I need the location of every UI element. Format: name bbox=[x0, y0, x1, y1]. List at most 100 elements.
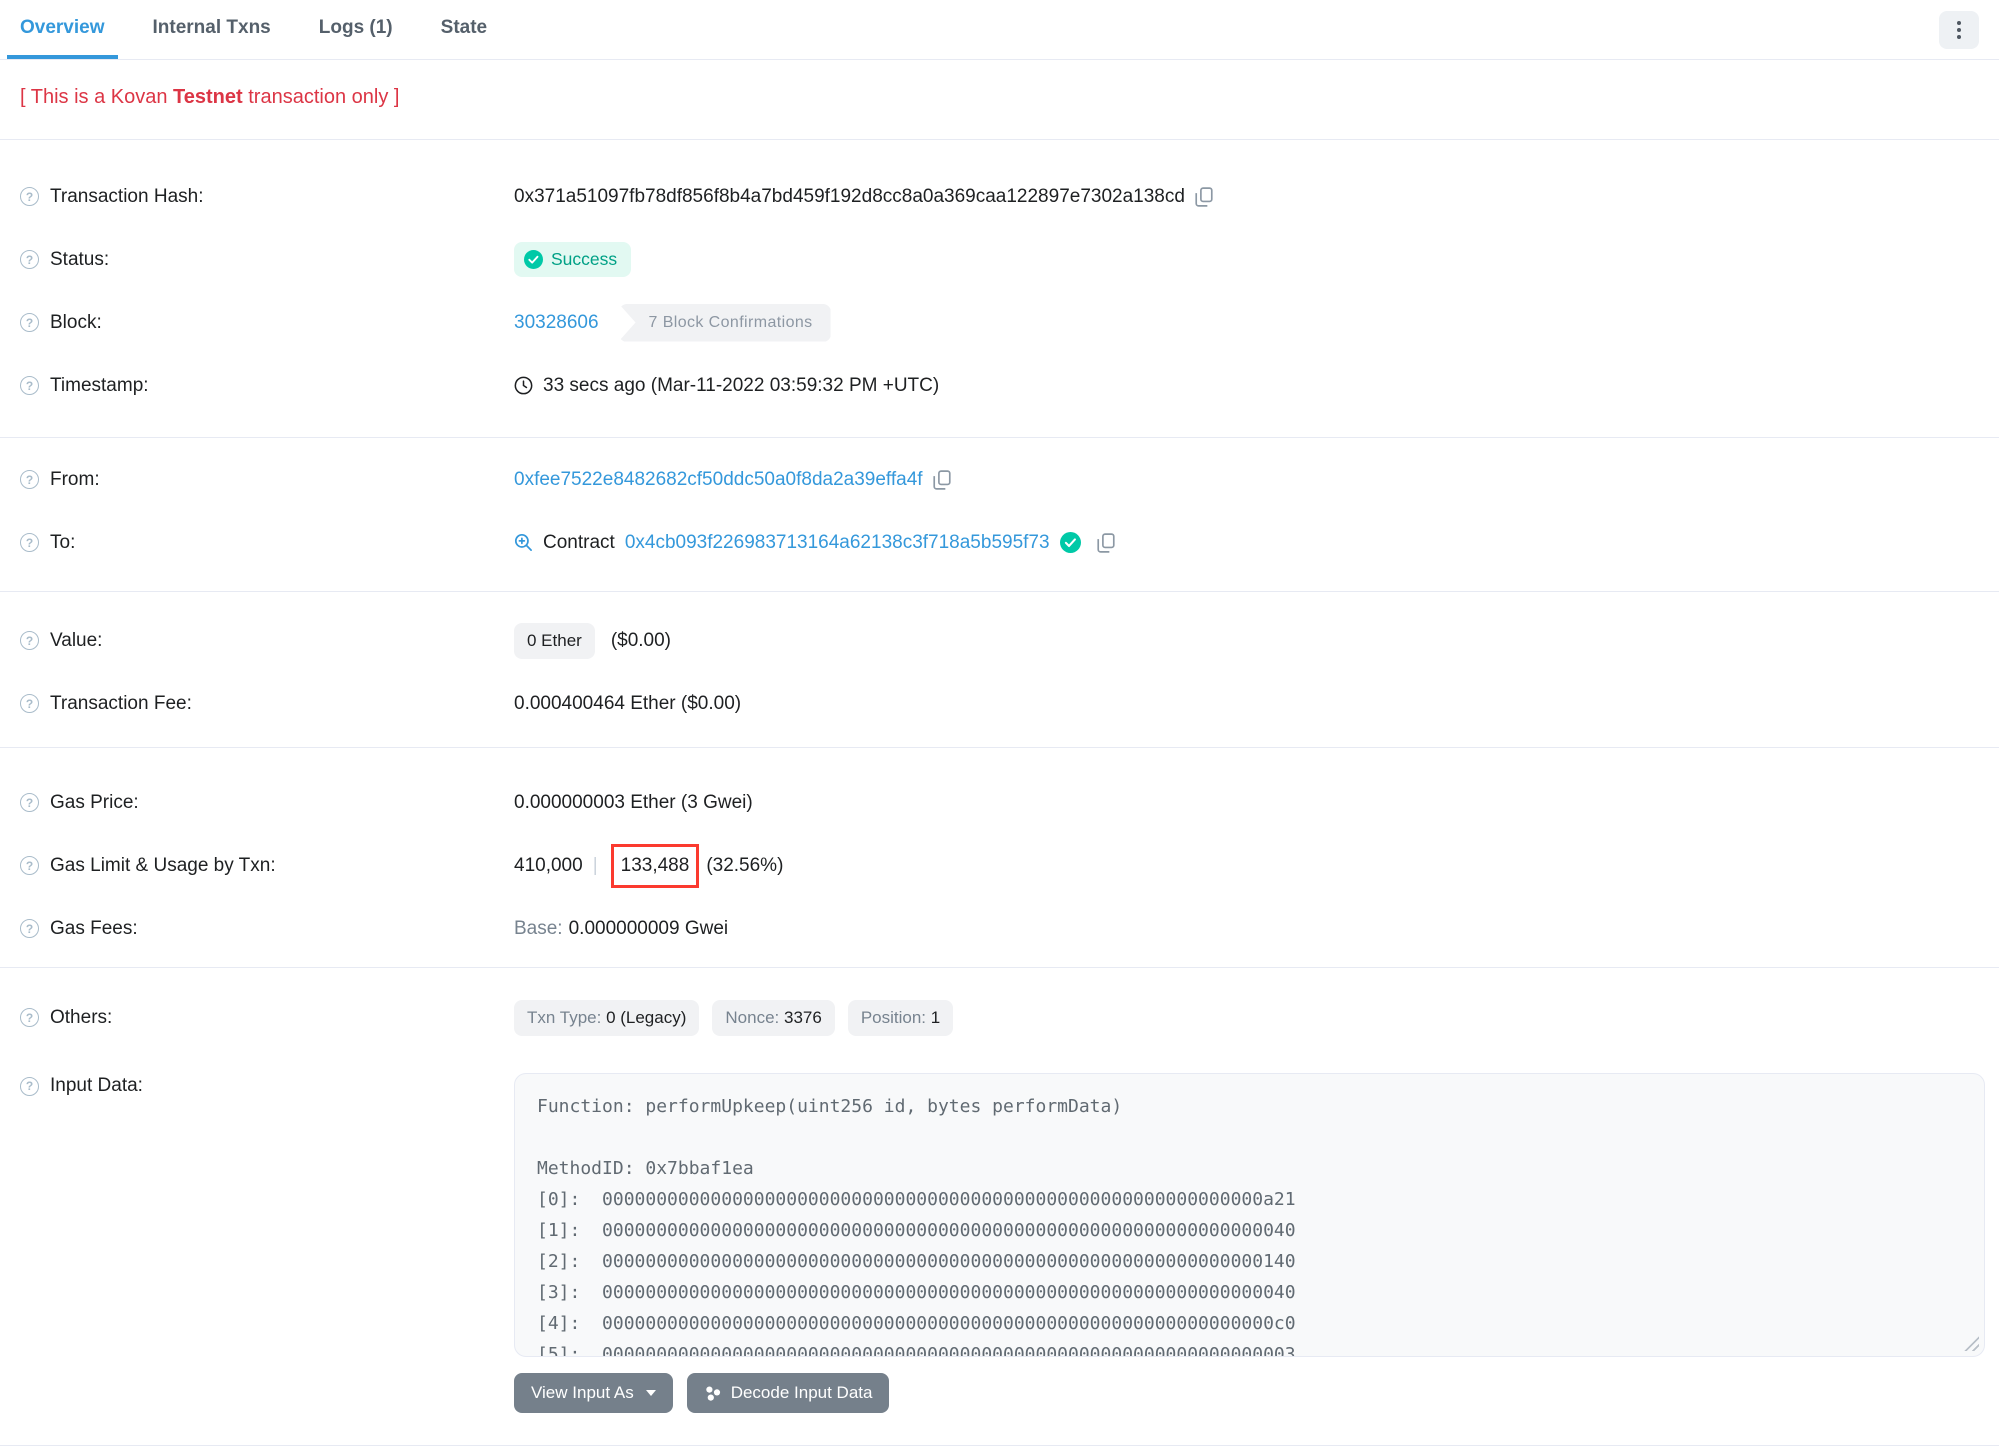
row-block: Block: 30328606 7 Block Confirmations bbox=[0, 291, 1999, 354]
gas-limit-value: 410,000 bbox=[514, 854, 583, 876]
position-badge: Position: 1 bbox=[847, 999, 954, 1036]
gas-price-label: Gas Price: bbox=[50, 791, 139, 813]
help-icon bbox=[20, 631, 39, 650]
row-others: Others: Txn Type: 0 (Legacy) Nonce: 3376… bbox=[0, 986, 1999, 1049]
help-icon bbox=[20, 533, 39, 552]
timestamp-label: Timestamp: bbox=[50, 374, 149, 396]
section-value: Value: 0 Ether ($0.00) Transaction Fee: … bbox=[0, 592, 1999, 748]
timestamp-value: 33 secs ago (Mar-11-2022 03:59:32 PM +UT… bbox=[543, 374, 940, 396]
tab-internal-txns-label: Internal Txns bbox=[152, 16, 271, 38]
vertical-ellipsis-icon bbox=[1957, 20, 1961, 39]
txn-type-key: Txn Type: bbox=[527, 1007, 607, 1027]
section-gas: Gas Price: 0.000000003 Ether (3 Gwei) Ga… bbox=[0, 748, 1999, 968]
tab-state-label: State bbox=[440, 16, 488, 38]
row-timestamp: Timestamp: 33 secs ago (Mar-11-2022 03:5… bbox=[0, 354, 1999, 417]
row-label: Gas Price: bbox=[20, 792, 514, 814]
view-input-as-label: View Input As bbox=[531, 1383, 634, 1402]
nonce-value: 3376 bbox=[783, 1007, 822, 1027]
footer-spacer bbox=[0, 1446, 1999, 1452]
section-summary: Transaction Hash: 0x371a51097fb78df856f8… bbox=[0, 140, 1999, 438]
row-from: From: 0xfee7522e8482682cf50ddc50a0f8da2a… bbox=[0, 448, 1999, 511]
warning-bold: Testnet bbox=[173, 86, 243, 108]
row-label: Input Data: bbox=[20, 1049, 514, 1097]
block-number-link[interactable]: 30328606 bbox=[514, 312, 599, 334]
row-label: Status: bbox=[20, 249, 514, 271]
decode-icon bbox=[706, 1386, 720, 1401]
row-to: To: Contract 0x4cb093f226983713164a62138… bbox=[0, 511, 1999, 574]
row-transaction-hash: Transaction Hash: 0x371a51097fb78df856f8… bbox=[0, 165, 1999, 228]
section-others-input: Others: Txn Type: 0 (Legacy) Nonce: 3376… bbox=[0, 968, 1999, 1446]
row-gas-fees: Gas Fees: Base: 0.000000009 Gwei bbox=[0, 897, 1999, 960]
row-value: Value: 0 Ether ($0.00) bbox=[0, 609, 1999, 672]
copy-icon[interactable] bbox=[1096, 532, 1115, 553]
gas-used-value: 133,488 bbox=[620, 854, 690, 876]
txn-type-badge: Txn Type: 0 (Legacy) bbox=[514, 999, 700, 1036]
decode-input-data-label: Decode Input Data bbox=[730, 1383, 873, 1402]
block-confirmations-badge: 7 Block Confirmations bbox=[618, 303, 831, 342]
tab-logs[interactable]: Logs (1) bbox=[306, 0, 406, 59]
txn-type-value: 0 (Legacy) bbox=[606, 1007, 687, 1027]
row-label: Value: bbox=[20, 630, 514, 652]
from-address-link[interactable]: 0xfee7522e8482682cf50ddc50a0f8da2a39effa… bbox=[514, 469, 923, 491]
gas-fees-label: Gas Fees: bbox=[50, 917, 138, 939]
copy-icon[interactable] bbox=[1195, 186, 1213, 207]
help-icon bbox=[20, 250, 39, 269]
block-label: Block: bbox=[50, 311, 102, 333]
position-key: Position: bbox=[860, 1007, 931, 1027]
row-status: Status: Success bbox=[0, 228, 1999, 291]
row-label: From: bbox=[20, 469, 514, 491]
to-label: To: bbox=[50, 531, 76, 553]
help-icon bbox=[20, 694, 39, 713]
row-gas-price: Gas Price: 0.000000003 Ether (3 Gwei) bbox=[0, 771, 1999, 834]
verified-check-icon bbox=[1059, 532, 1081, 553]
input-data-actions: View Input As Decode Input Data bbox=[514, 1373, 1985, 1413]
row-gas-limit-usage: Gas Limit & Usage by Txn: 410,000 | 133,… bbox=[0, 834, 1999, 897]
from-label: From: bbox=[50, 468, 100, 490]
warning-suffix: transaction only ] bbox=[242, 86, 400, 108]
row-label: To: bbox=[20, 532, 514, 554]
position-value: 1 bbox=[930, 1007, 941, 1027]
help-icon bbox=[20, 313, 39, 332]
value-label: Value: bbox=[50, 629, 103, 651]
resize-handle[interactable] bbox=[1964, 1336, 1979, 1351]
gas-fees-base-value: 0.000000009 Gwei bbox=[568, 917, 729, 939]
chevron-down-icon bbox=[645, 1390, 656, 1396]
value-usd: ($0.00) bbox=[610, 629, 672, 651]
to-address-link[interactable]: 0x4cb093f226983713164a62138c3f718a5b595f… bbox=[625, 532, 1050, 554]
status-value: Success bbox=[551, 249, 618, 269]
gas-limit-label: Gas Limit & Usage by Txn: bbox=[50, 854, 276, 876]
row-transaction-fee: Transaction Fee: 0.000400464 Ether ($0.0… bbox=[0, 672, 1999, 735]
help-icon bbox=[20, 919, 39, 938]
input-data-box[interactable]: Function: performUpkeep(uint256 id, byte… bbox=[514, 1073, 1985, 1357]
help-icon bbox=[20, 470, 39, 489]
gas-limit-separator: | bbox=[592, 854, 598, 876]
row-label: Others: bbox=[20, 1007, 514, 1029]
transaction-overview-page: Overview Internal Txns Logs (1) State [ … bbox=[0, 0, 1999, 1452]
nonce-key: Nonce: bbox=[725, 1007, 784, 1027]
nonce-badge: Nonce: 3376 bbox=[712, 999, 835, 1036]
transaction-hash-value: 0x371a51097fb78df856f8b4a7bd459f192d8cc8… bbox=[514, 185, 1185, 207]
row-label: Transaction Hash: bbox=[20, 186, 514, 208]
more-options-button[interactable] bbox=[1939, 10, 1979, 49]
annotation-red-box: 133,488 bbox=[610, 843, 700, 888]
tab-state[interactable]: State bbox=[428, 0, 500, 59]
others-label: Others: bbox=[50, 1006, 113, 1028]
to-contract-word: Contract bbox=[543, 531, 615, 553]
tab-overview[interactable]: Overview bbox=[7, 0, 118, 59]
status-label: Status: bbox=[50, 248, 110, 270]
help-icon bbox=[20, 856, 39, 875]
input-data-text: Function: performUpkeep(uint256 id, byte… bbox=[537, 1096, 1296, 1357]
view-input-as-button[interactable]: View Input As bbox=[514, 1373, 673, 1413]
row-label: Gas Limit & Usage by Txn: bbox=[20, 855, 514, 877]
tab-overview-label: Overview bbox=[20, 16, 105, 38]
zoom-in-icon[interactable] bbox=[514, 533, 533, 552]
warning-prefix: [ This is a Kovan bbox=[20, 86, 174, 108]
value-amount-badge: 0 Ether bbox=[514, 622, 595, 659]
row-label: Timestamp: bbox=[20, 375, 514, 397]
tab-internal-txns[interactable]: Internal Txns bbox=[140, 0, 284, 59]
help-icon bbox=[20, 793, 39, 812]
copy-icon[interactable] bbox=[932, 469, 951, 490]
decode-input-data-button[interactable]: Decode Input Data bbox=[686, 1373, 890, 1413]
clock-icon bbox=[514, 376, 533, 395]
gas-fees-base-label: Base: bbox=[514, 917, 563, 939]
